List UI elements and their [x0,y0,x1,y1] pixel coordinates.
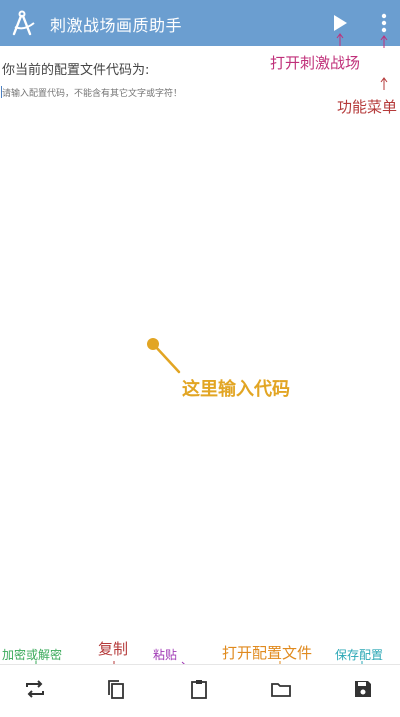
open-config-button[interactable] [268,676,294,702]
annotation-copy: 复制 [98,640,129,658]
encrypt-decrypt-button[interactable] [22,676,48,702]
app-title: 刺激战场画质助手 [50,16,183,35]
annotation-open-game: 打开刺激战场 [270,54,361,72]
swap-icon [26,680,44,698]
save-config-button[interactable] [350,676,376,702]
copy-button[interactable] [103,676,129,702]
save-icon [355,681,371,697]
clipboard-icon [191,680,207,699]
current-config-label: 你当前的配置文件代码为: [2,63,150,78]
compass-icon [10,9,38,37]
folder-icon [271,683,291,697]
copy-icon [108,680,124,699]
config-code-input[interactable] [0,84,398,104]
paste-button[interactable] [186,676,212,702]
annotation-pointer [147,338,181,374]
center-annotation: 这里输入代码 [182,379,290,400]
